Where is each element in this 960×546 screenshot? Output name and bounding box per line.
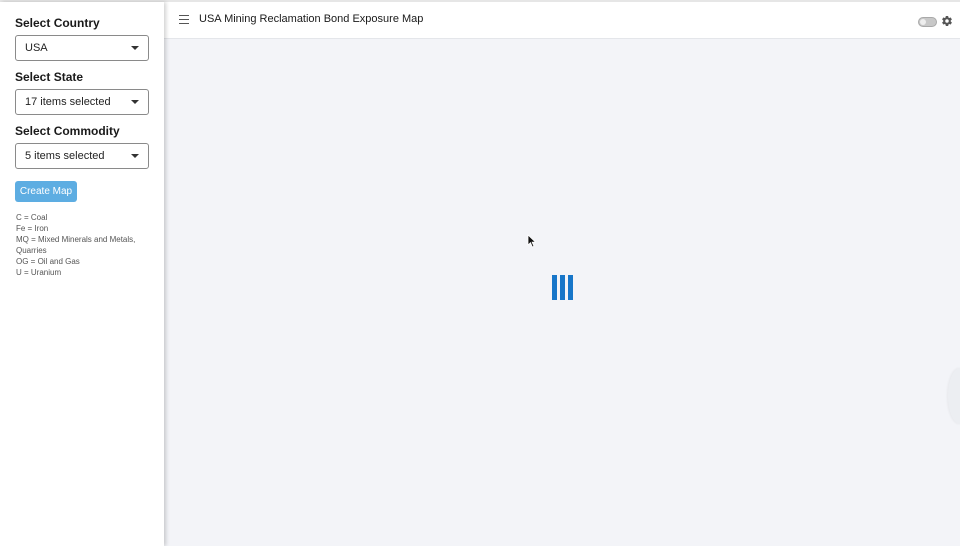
- legend-item: U = Uranium: [16, 268, 62, 277]
- commodity-select[interactable]: 5 items selected: [15, 143, 149, 169]
- app-header: USA Mining Reclamation Bond Exposure Map: [164, 2, 960, 39]
- toggle-knob: [920, 19, 926, 25]
- legend-item: OG = Oil and Gas: [16, 257, 80, 266]
- commodity-legend: C = Coal Fe = Iron MQ = Mixed Minerals a…: [16, 212, 156, 278]
- state-select-value: 17 items selected: [25, 96, 111, 108]
- state-select[interactable]: 17 items selected: [15, 89, 149, 115]
- legend-item: MQ = Mixed Minerals and Metals, Quarries: [16, 235, 136, 255]
- sidebar: Select Country USA Select State 17 items…: [0, 2, 164, 546]
- map-area: [164, 39, 960, 546]
- page-title: USA Mining Reclamation Bond Exposure Map: [199, 13, 424, 25]
- state-label: Select State: [15, 70, 84, 84]
- country-select-value: USA: [25, 42, 48, 54]
- chevron-down-icon: [131, 46, 139, 50]
- legend-item: Fe = Iron: [16, 224, 49, 233]
- legend-item: C = Coal: [16, 213, 48, 222]
- mouse-cursor-icon: [527, 234, 537, 248]
- country-select[interactable]: USA: [15, 35, 149, 61]
- create-map-button[interactable]: Create Map: [15, 181, 77, 202]
- commodity-label: Select Commodity: [15, 124, 120, 138]
- chevron-down-icon: [131, 100, 139, 104]
- country-label: Select Country: [15, 16, 100, 30]
- gear-icon[interactable]: [941, 15, 953, 27]
- chevron-down-icon: [131, 154, 139, 158]
- commodity-select-value: 5 items selected: [25, 150, 105, 162]
- loading-spinner: [552, 275, 574, 300]
- dark-mode-toggle[interactable]: [918, 17, 937, 27]
- hamburger-icon[interactable]: [179, 15, 189, 24]
